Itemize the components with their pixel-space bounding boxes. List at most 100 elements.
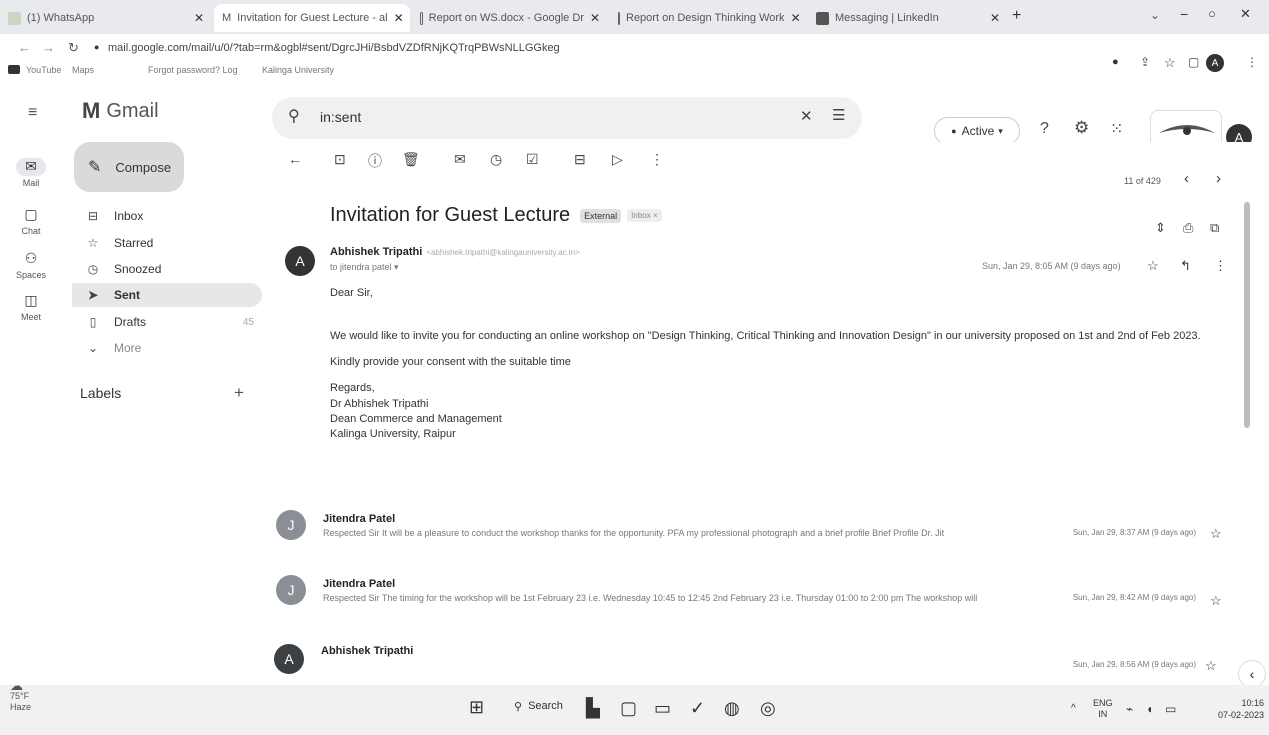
back-arrow-icon[interactable]: ← [288, 151, 302, 167]
tab-search-icon[interactable]: ⌄ [1150, 8, 1160, 22]
nav-drafts[interactable]: ▯ Drafts 45 [84, 310, 254, 334]
thread-message[interactable]: A Abhishek Tripathi Sun, Jan 29, 8:56 AM… [270, 638, 1230, 678]
chat-icon[interactable]: ▢ [620, 698, 637, 719]
bookmark-youtube[interactable]: YouTube [26, 65, 61, 75]
task-view-icon[interactable]: ▙ [586, 698, 600, 719]
file-explorer-icon[interactable]: ▭ [654, 698, 671, 719]
language-indicator[interactable]: ENG IN [1093, 698, 1113, 720]
network-icon[interactable]: ⌁ [1126, 702, 1133, 716]
inbox-label-badge[interactable]: Inbox × [627, 209, 662, 222]
new-tab-button[interactable]: + [1012, 7, 1021, 25]
apps-grid-icon[interactable]: ⁙ [1110, 119, 1123, 139]
rail-chat[interactable]: ▢ Chat [0, 206, 62, 236]
edge-icon[interactable]: ◍ [724, 698, 740, 719]
delete-icon[interactable]: 🗑 [402, 151, 420, 168]
thread-message[interactable]: J Jitendra Patel Respected Sir The timin… [270, 573, 1230, 621]
forward-icon[interactable]: → [42, 40, 55, 55]
taskbar-search[interactable]: ⚲ Search [500, 692, 572, 720]
open-new-window-icon[interactable]: ⧉ [1210, 220, 1219, 236]
nav-sent[interactable]: ➤ Sent [72, 283, 262, 307]
windows-start-icon[interactable]: ⊞ [469, 697, 484, 718]
tab-linkedin[interactable]: Messaging | LinkedIn ✕ [808, 4, 1008, 32]
report-spam-icon[interactable]: ⓘ [368, 151, 382, 171]
more-vert-icon[interactable]: ⋮ [1214, 258, 1227, 274]
back-icon[interactable]: ← [18, 40, 31, 55]
hamburger-icon[interactable]: ≡ [28, 104, 37, 122]
close-icon[interactable]: ✕ [188, 11, 204, 25]
reload-icon[interactable]: ↻ [68, 40, 79, 56]
move-to-icon[interactable]: ⊟ [574, 151, 586, 168]
snooze-icon[interactable]: ◷ [490, 151, 502, 168]
volume-icon[interactable]: ◖ [1146, 702, 1153, 716]
star-icon[interactable]: ☆ [1210, 526, 1222, 542]
menu-dots-icon[interactable]: ⋮ [1246, 55, 1258, 69]
scrollbar-thumb[interactable] [1244, 202, 1250, 428]
lock-icon[interactable]: ● [94, 42, 99, 52]
more-vert-icon[interactable]: ⋮ [650, 151, 664, 168]
maximize-button[interactable]: ○ [1208, 6, 1216, 21]
close-icon[interactable]: ✕ [785, 11, 801, 25]
tab-invitation[interactable]: M Invitation for Guest Lecture - al ✕ [214, 4, 410, 32]
weather-widget[interactable]: ☁ 75°F Haze [10, 678, 31, 713]
clock[interactable]: 10:16 07-02-2023 [1196, 697, 1264, 721]
profile-avatar[interactable]: A [1206, 54, 1224, 72]
window-close-button[interactable]: ✕ [1240, 6, 1251, 22]
archive-icon[interactable]: ⊡ [334, 151, 346, 168]
close-icon[interactable]: ✕ [984, 11, 1000, 25]
help-icon[interactable]: ? [1040, 120, 1049, 138]
star-icon[interactable]: ☆ [1205, 658, 1217, 674]
search-bar: ⚲ in:sent ✕ ☰ [272, 97, 862, 139]
haze-icon: ☁ [10, 678, 23, 693]
sidepanel-icon[interactable]: ▢ [1188, 55, 1199, 69]
share-icon[interactable]: ⇪ [1140, 55, 1150, 69]
bookmark-forgot[interactable]: Forgot password? Log [148, 65, 238, 75]
add-task-icon[interactable]: ☑ [526, 151, 539, 168]
star-icon[interactable]: ☆ [1210, 593, 1222, 609]
bookmark-maps[interactable]: Maps [72, 65, 94, 75]
app-icon[interactable]: ✓ [690, 698, 705, 719]
thread-snippet: Respected Sir It will be a pleasure to c… [323, 528, 945, 538]
older-chevron-right-icon[interactable]: › [1216, 170, 1221, 187]
reply-icon[interactable]: ↰ [1180, 258, 1191, 274]
print-icon[interactable]: ⎙ [1183, 220, 1193, 236]
search-input[interactable]: in:sent [320, 109, 361, 125]
star-icon[interactable]: ☆ [1147, 258, 1159, 274]
thread-message[interactable]: J Jitendra Patel Respected Sir It will b… [270, 508, 1230, 556]
chrome-icon[interactable]: ◎ [760, 698, 776, 719]
tray-chevron-up-icon[interactable]: ^ [1071, 703, 1076, 714]
tab-report-design[interactable]: Report on Design Thinking Work ✕ [610, 4, 806, 32]
inbox-icon: ⊟ [87, 209, 99, 223]
recipients-dropdown[interactable]: to jitendra patel ▾ [330, 262, 399, 273]
compose-button[interactable]: ✎ Compose [74, 142, 184, 192]
thread-sender-name: Jitendra Patel [323, 578, 396, 590]
rail-mail[interactable]: ✉ Mail [0, 158, 62, 188]
tab-whatsapp[interactable]: (1) WhatsApp ✕ [0, 4, 212, 32]
meet-icon: ◫ [24, 292, 38, 308]
rail-spaces[interactable]: ⚇ Spaces [0, 250, 62, 280]
minimize-button[interactable]: − [1180, 6, 1188, 22]
settings-gear-icon[interactable]: ⚙ [1074, 118, 1089, 138]
star-icon[interactable]: ☆ [1164, 55, 1176, 71]
close-icon[interactable]: ✕ [388, 11, 404, 25]
close-icon[interactable]: ✕ [584, 11, 600, 25]
expand-all-icon[interactable]: ⇕ [1155, 220, 1166, 236]
add-label-button[interactable]: + [234, 383, 244, 403]
label-icon[interactable]: ▷ [612, 151, 623, 168]
extension-icon[interactable]: ● [1112, 56, 1119, 68]
bookmark-kalinga[interactable]: Kalinga University [262, 65, 334, 75]
email-subject: Invitation for Guest Lecture [330, 204, 571, 226]
signature-line-4: Kalinga University, Raipur [330, 428, 456, 440]
filter-options-icon[interactable]: ☰ [832, 106, 845, 124]
newer-chevron-left-icon[interactable]: ‹ [1184, 170, 1189, 187]
clear-search-icon[interactable]: ✕ [800, 107, 813, 125]
gmail-logo[interactable]: M Gmail [82, 98, 159, 124]
status-active-button[interactable]: ● Active ▾ [934, 117, 1020, 145]
side-panel-toggle[interactable]: ‹ [1238, 660, 1266, 688]
battery-icon[interactable]: ▭ [1165, 702, 1176, 716]
mark-unread-icon[interactable]: ✉ [454, 151, 466, 168]
rail-meet[interactable]: ◫ Meet [0, 292, 62, 322]
tab-report-ws[interactable]: Report on WS.docx - Google Dr ✕ [412, 4, 608, 32]
sender-name[interactable]: Abhishek Tripathi [330, 246, 422, 258]
url-field[interactable]: mail.google.com/mail/u/0/?tab=rm&ogbl#se… [108, 42, 708, 54]
search-icon[interactable]: ⚲ [288, 106, 300, 126]
